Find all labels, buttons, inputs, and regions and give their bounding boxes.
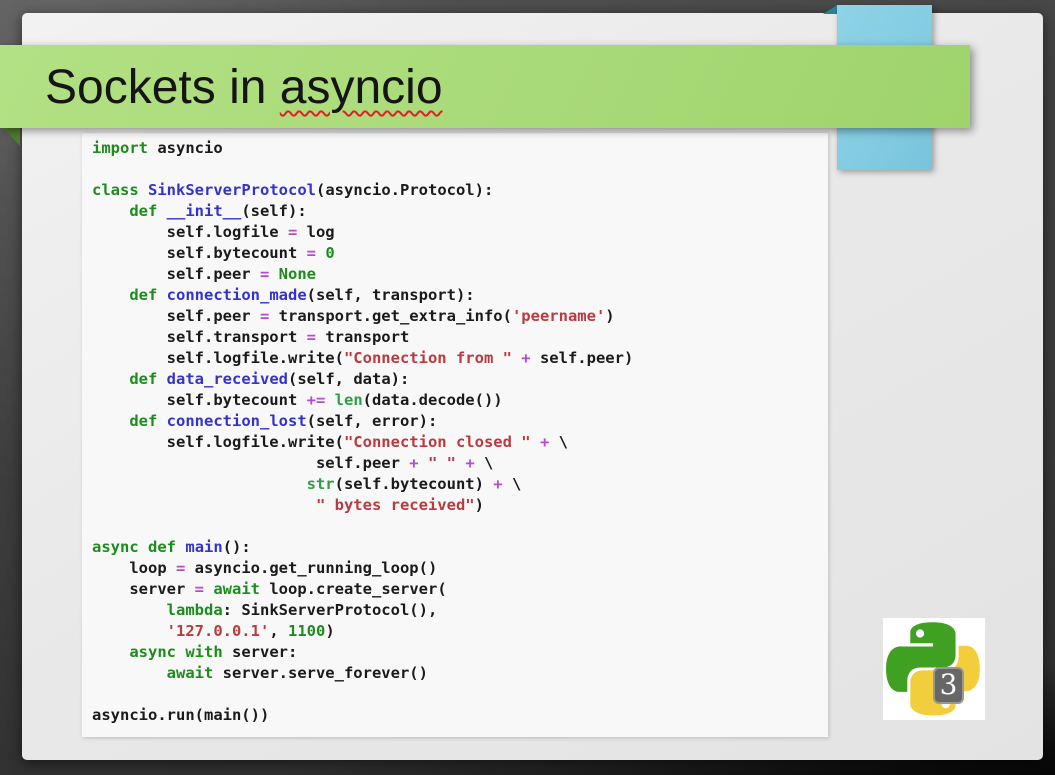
code-line: self.bytecount = 0 (92, 244, 335, 262)
code-line: await server.serve_forever() (166, 664, 428, 682)
code-block: import asyncio class SinkServerProtocol(… (82, 133, 828, 737)
ribbon-fold-icon (823, 5, 837, 14)
code-line: self.logfile.write("Connection from " + … (92, 349, 634, 367)
code-line: self.bytecount += len(data.decode()) (92, 391, 503, 409)
python3-badge: 3 (933, 667, 964, 704)
code-line: loop = asyncio.get_running_loop() (92, 559, 438, 577)
code-line: def connection_lost(self, error): (129, 412, 438, 430)
code-line: asyncio.run(main()) (92, 706, 270, 724)
code-line: class SinkServerProtocol(asyncio.Protoco… (92, 181, 494, 199)
python3-logo: 3 (883, 618, 985, 720)
code-line: async def main(): (92, 538, 251, 556)
code-line: self.logfile.write("Connection closed " … (92, 433, 568, 451)
python3-badge-number: 3 (939, 668, 958, 701)
code-line: self.peer = None (92, 265, 316, 283)
code-line: self.logfile = log (92, 223, 335, 241)
slide-title: Sockets in asyncio (45, 45, 443, 128)
code-line: str(self.bytecount) + \ (306, 475, 522, 493)
code-line: server = await loop.create_server( (92, 580, 447, 598)
code-line: self.peer + " " + \ (92, 454, 494, 472)
code-line: self.peer = transport.get_extra_info('pe… (92, 307, 615, 325)
code-line: def connection_made(self, transport): (129, 286, 475, 304)
slide-title-text: Sockets in (45, 61, 280, 114)
code-line: '127.0.0.1', 1100) (166, 622, 335, 640)
code-line: import asyncio (92, 139, 223, 157)
code-line: def __init__(self): (129, 202, 307, 220)
code-line: lambda: SinkServerProtocol(), (166, 601, 438, 619)
misspelled-word: asyncio (279, 61, 443, 114)
presentation-background: Sockets in asyncio import asyncio class … (0, 0, 1055, 775)
title-banner: Sockets in asyncio (0, 45, 970, 128)
code-line: async with server: (129, 643, 298, 661)
banner-fold-icon (3, 128, 20, 146)
code-line: " bytes received") (315, 496, 484, 514)
code-line: self.transport = transport (92, 328, 410, 346)
code-line: def data_received(self, data): (129, 370, 410, 388)
